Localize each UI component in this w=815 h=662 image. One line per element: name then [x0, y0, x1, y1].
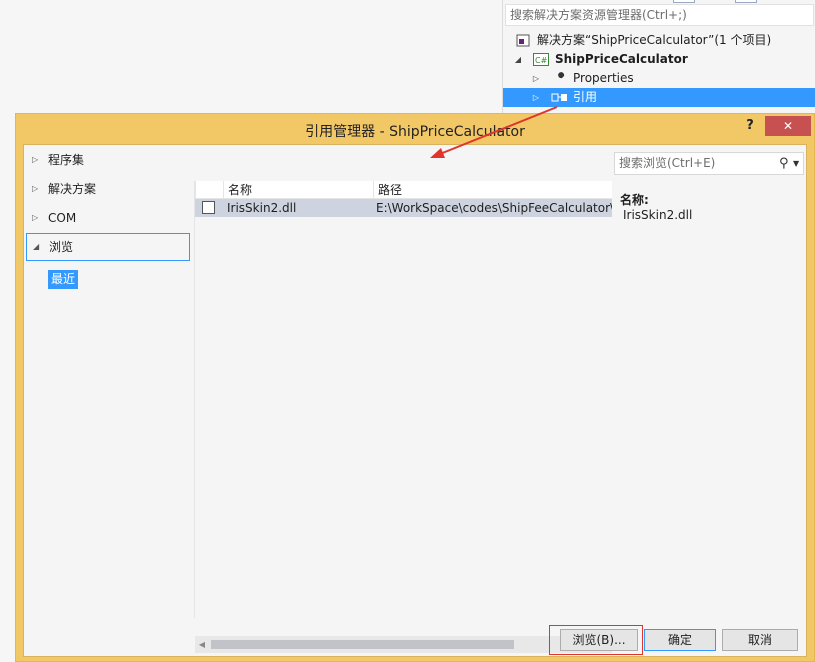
- category-nav: ▷ 程序集 ▷ 解决方案 ▷ COM ◢ 浏览 最近: [24, 145, 192, 621]
- solution-explorer: 搜索解决方案资源管理器(Ctrl+;) 解决方案“ShipPriceCalcul…: [502, 0, 815, 115]
- expand-triangle-icon[interactable]: ▷: [32, 146, 38, 174]
- collapse-triangle-icon[interactable]: ◢: [33, 233, 39, 261]
- browse-button[interactable]: 浏览(B)...: [560, 629, 638, 651]
- nav-item-label: COM: [48, 211, 77, 225]
- tree-item-label: 引用: [573, 90, 598, 104]
- row-path: E:\WorkSpace\codes\ShipFeeCalculator\: [376, 201, 612, 215]
- close-button[interactable]: ✕: [765, 116, 811, 136]
- list-header: 名称 路径: [195, 181, 612, 199]
- ok-button[interactable]: 确定: [644, 629, 716, 651]
- tree-item-properties[interactable]: ▷ Properties: [503, 69, 815, 88]
- expand-triangle-icon[interactable]: ▷: [531, 69, 541, 88]
- svg-text:C#: C#: [535, 56, 548, 65]
- expand-triangle-icon[interactable]: ▷: [32, 175, 38, 203]
- toolbar-button[interactable]: [735, 0, 757, 3]
- csharp-project-icon: C#: [533, 53, 549, 66]
- tree-item-project[interactable]: ◢ C# ShipPriceCalculator: [503, 50, 815, 69]
- expand-triangle-icon[interactable]: ▷: [32, 204, 38, 232]
- details-pane: 名称: IrisSkin2.dll: [614, 181, 808, 618]
- scroll-left-icon[interactable]: ◀: [195, 636, 209, 653]
- search-icon[interactable]: ⚲: [779, 153, 789, 174]
- nav-item-solution[interactable]: ▷ 解决方案: [26, 175, 190, 203]
- nav-subitem-recent[interactable]: 最近: [48, 270, 79, 289]
- chevron-down-icon[interactable]: ▼: [793, 153, 799, 174]
- nav-item-assemblies[interactable]: ▷ 程序集: [26, 146, 190, 174]
- solution-icon: [516, 34, 530, 47]
- column-header-path[interactable]: 路径: [373, 181, 612, 199]
- column-checkbox: [195, 181, 223, 199]
- help-button[interactable]: ?: [742, 117, 758, 135]
- tree-item-label: ShipPriceCalculator: [555, 52, 688, 66]
- tree-item-references[interactable]: ▷ 引用: [503, 88, 815, 107]
- dialog-client-area: ▷ 程序集 ▷ 解决方案 ▷ COM ◢ 浏览 最近 搜索浏览(Ctrl+E) …: [23, 144, 807, 657]
- collapse-triangle-icon[interactable]: ◢: [513, 50, 523, 69]
- scrollbar-thumb[interactable]: [211, 640, 514, 649]
- tree-item-solution[interactable]: 解决方案“ShipPriceCalculator”(1 个项目): [503, 31, 815, 50]
- details-label: 名称:: [620, 193, 649, 207]
- include-checkbox[interactable]: [202, 201, 215, 214]
- wrench-icon: [556, 72, 565, 84]
- dialog-title: 引用管理器 - ShipPriceCalculator: [305, 124, 525, 140]
- expand-triangle-icon[interactable]: ▷: [531, 88, 541, 107]
- nav-item-label: 程序集: [48, 153, 85, 167]
- tree-item-label: 解决方案“ShipPriceCalculator”(1 个项目): [537, 33, 772, 47]
- solution-explorer-search-input[interactable]: 搜索解决方案资源管理器(Ctrl+;): [505, 4, 814, 26]
- reference-manager-dialog: 引用管理器 - ShipPriceCalculator ? ✕ ▷ 程序集 ▷ …: [15, 113, 815, 662]
- column-header-name[interactable]: 名称: [223, 181, 373, 199]
- dialog-title-bar[interactable]: 引用管理器 - ShipPriceCalculator ? ✕: [16, 114, 814, 144]
- cancel-button[interactable]: 取消: [722, 629, 798, 651]
- table-row[interactable]: IrisSkin2.dll E:\WorkSpace\codes\ShipFee…: [195, 199, 612, 217]
- nav-item-label: 解决方案: [48, 182, 97, 196]
- reference-list: 名称 路径 IrisSkin2.dll E:\WorkSpace\codes\S…: [194, 181, 612, 653]
- tree-item-label: Properties: [573, 71, 634, 85]
- nav-item-com[interactable]: ▷ COM: [26, 204, 190, 232]
- row-name: IrisSkin2.dll: [227, 201, 297, 215]
- browse-search-input[interactable]: 搜索浏览(Ctrl+E) ⚲ ▼: [614, 152, 804, 175]
- nav-item-browse[interactable]: ◢ 浏览: [26, 233, 190, 261]
- details-value: IrisSkin2.dll: [623, 208, 693, 222]
- search-placeholder: 搜索浏览(Ctrl+E): [619, 156, 716, 170]
- toolbar-button[interactable]: [673, 0, 695, 3]
- nav-item-label: 浏览: [49, 240, 74, 254]
- references-icon: [551, 93, 567, 102]
